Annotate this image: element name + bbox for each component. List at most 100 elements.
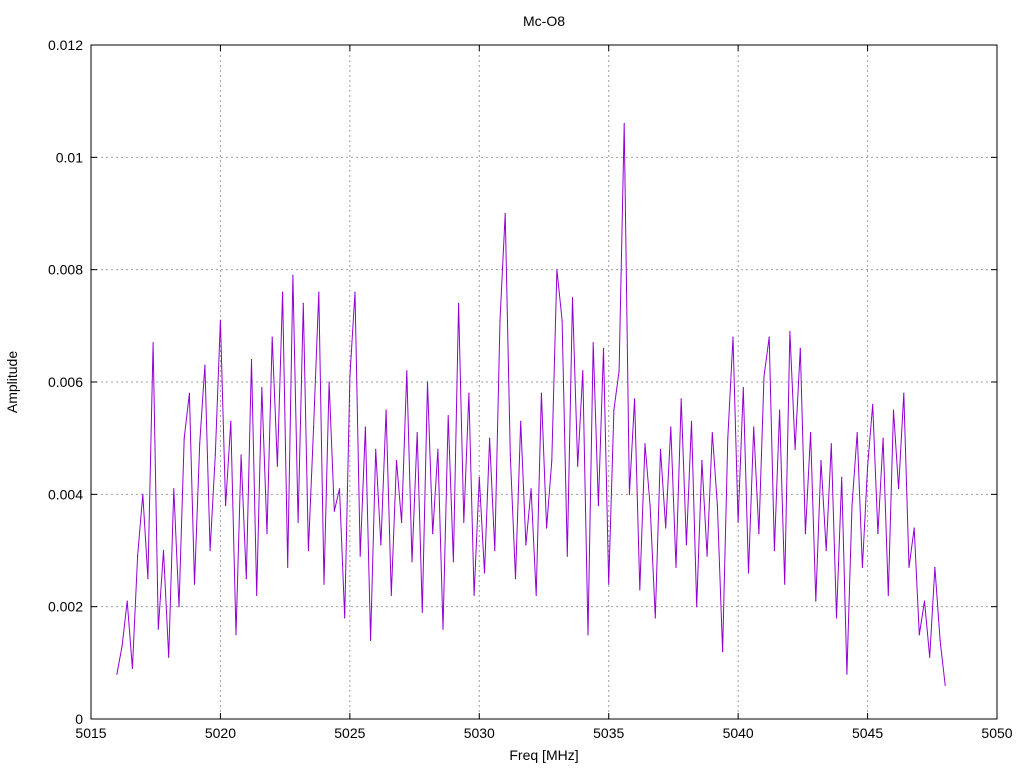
data-point bbox=[478, 476, 480, 479]
data-point bbox=[131, 667, 134, 670]
x-tick-label: 5020 bbox=[205, 725, 236, 741]
data-point bbox=[804, 533, 807, 535]
data-point bbox=[623, 123, 625, 125]
data-point bbox=[364, 426, 366, 428]
data-point bbox=[152, 342, 154, 344]
data-point bbox=[846, 673, 848, 675]
data-point bbox=[126, 600, 128, 602]
data-point bbox=[245, 577, 247, 580]
data-point bbox=[794, 448, 796, 450]
data-point bbox=[887, 594, 889, 597]
data-point bbox=[835, 617, 838, 619]
data-point bbox=[333, 510, 335, 512]
data-point bbox=[344, 617, 346, 619]
data-point bbox=[271, 336, 273, 338]
data-point bbox=[178, 606, 180, 608]
data-point bbox=[281, 291, 284, 293]
data-point bbox=[416, 431, 418, 434]
data-point bbox=[499, 319, 501, 321]
data-point bbox=[225, 504, 227, 507]
data-point bbox=[613, 409, 615, 411]
data-point bbox=[866, 465, 869, 467]
data-point bbox=[432, 533, 434, 535]
y-axis-label: Amplitude bbox=[4, 351, 20, 413]
x-tick-label: 5015 bbox=[75, 725, 106, 741]
data-point bbox=[162, 549, 165, 552]
chart-title: Mc-O8 bbox=[523, 13, 565, 29]
data-point bbox=[737, 521, 739, 524]
data-point bbox=[157, 628, 159, 630]
data-point bbox=[551, 460, 553, 462]
data-point bbox=[209, 549, 211, 552]
data-point bbox=[675, 566, 677, 568]
data-point bbox=[354, 291, 356, 293]
data-point bbox=[313, 426, 315, 428]
data-point bbox=[918, 634, 920, 636]
data-point bbox=[411, 561, 413, 563]
data-point bbox=[287, 566, 289, 568]
data-point bbox=[587, 634, 589, 636]
data-point bbox=[898, 488, 900, 490]
data-point bbox=[758, 533, 760, 535]
data-point bbox=[571, 297, 574, 299]
data-point bbox=[530, 488, 532, 490]
data-point bbox=[406, 370, 408, 372]
data-point bbox=[421, 611, 423, 613]
data-point bbox=[188, 392, 190, 394]
data-point bbox=[183, 437, 185, 439]
data-point bbox=[147, 577, 149, 580]
data-point bbox=[292, 274, 294, 276]
data-point bbox=[768, 336, 770, 338]
data-point bbox=[297, 521, 299, 524]
data-point bbox=[219, 319, 222, 321]
data-point bbox=[395, 460, 398, 462]
data-point bbox=[489, 437, 491, 439]
y-tick-label: 0.012 bbox=[48, 37, 83, 53]
data-point bbox=[789, 330, 791, 333]
data-point bbox=[468, 392, 470, 394]
data-point bbox=[442, 628, 444, 630]
data-point bbox=[302, 302, 304, 304]
data-point bbox=[659, 448, 662, 450]
data-point bbox=[328, 381, 330, 383]
data-point bbox=[654, 617, 656, 619]
data-point bbox=[235, 634, 237, 636]
data-point bbox=[639, 589, 641, 591]
data-point bbox=[204, 364, 206, 366]
data-point bbox=[540, 392, 543, 394]
data-point bbox=[338, 488, 341, 490]
data-point bbox=[861, 566, 863, 568]
data-point bbox=[385, 409, 387, 411]
data-point bbox=[447, 415, 449, 417]
data-point bbox=[509, 454, 511, 456]
data-point bbox=[276, 465, 278, 467]
y-tick-label: 0.008 bbox=[48, 262, 83, 278]
data-point bbox=[634, 398, 636, 400]
y-tick-label: 0.004 bbox=[48, 486, 83, 502]
data-point bbox=[753, 426, 755, 428]
y-tick-label: 0.006 bbox=[48, 374, 83, 390]
y-tick-label: 0 bbox=[75, 711, 83, 727]
data-point bbox=[778, 409, 781, 411]
data-point bbox=[903, 392, 905, 394]
data-point bbox=[670, 426, 672, 428]
data-point bbox=[437, 448, 439, 450]
x-axis-label: Freq [MHz] bbox=[509, 747, 578, 763]
data-point bbox=[375, 448, 377, 450]
data-point bbox=[168, 656, 170, 658]
data-point bbox=[644, 443, 646, 445]
data-point bbox=[199, 443, 201, 445]
data-point bbox=[908, 566, 910, 568]
data-point bbox=[566, 555, 568, 557]
data-point bbox=[944, 684, 946, 686]
data-point bbox=[841, 476, 843, 479]
data-point bbox=[877, 533, 879, 535]
data-point bbox=[773, 549, 775, 552]
data-point bbox=[882, 437, 884, 439]
data-point bbox=[136, 555, 139, 557]
data-point bbox=[256, 594, 258, 597]
data-point bbox=[784, 583, 786, 585]
data-point bbox=[851, 504, 853, 507]
data-point bbox=[457, 302, 460, 304]
data-point bbox=[250, 358, 253, 361]
